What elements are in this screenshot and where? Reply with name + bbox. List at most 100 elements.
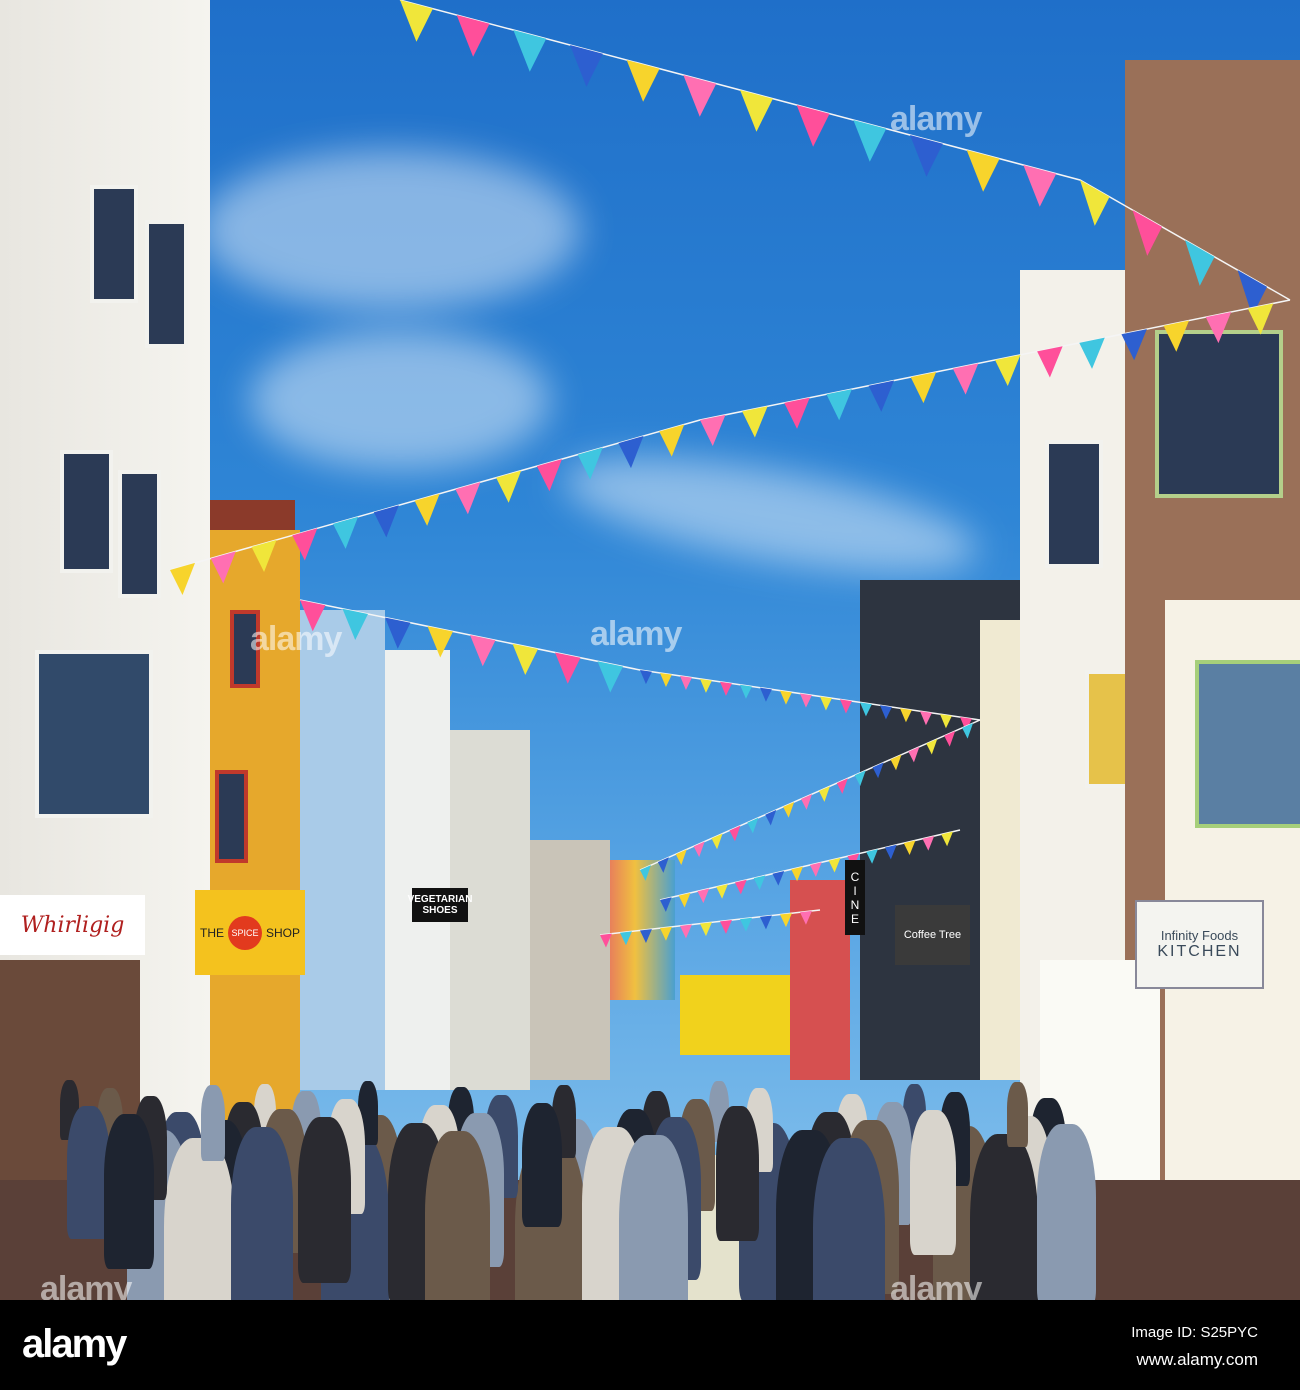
bunting-flag — [373, 505, 399, 538]
bunting-flag — [597, 661, 623, 693]
bunting-flag — [910, 371, 937, 404]
bunting-flag — [342, 608, 368, 640]
pedestrian — [1037, 1123, 1096, 1300]
bunting-flag — [940, 714, 952, 729]
bunting-flag — [720, 920, 732, 934]
bunting-flag — [966, 150, 1000, 192]
spice-shop-sign: THE SPICE SHOP — [195, 890, 305, 975]
bunting-flag — [210, 551, 236, 584]
bunting-flag — [251, 539, 277, 572]
bunting-flag — [496, 470, 522, 503]
bunting-flag — [800, 693, 812, 708]
bunting-flag — [455, 482, 481, 515]
bunting-flag — [920, 711, 932, 726]
bunting-flag — [826, 389, 852, 421]
bunting-flag — [740, 917, 752, 932]
bunting-flag — [385, 617, 411, 649]
bunting-flag — [456, 15, 490, 57]
street-photo: Whirligig THE SPICE SHOP VEGETARIAN SHOE… — [0, 0, 1300, 1300]
sign-text: THE — [199, 925, 224, 940]
bunting-flag — [700, 922, 712, 937]
watermark: alamy — [250, 620, 342, 658]
bunting-flag — [170, 562, 196, 596]
bunting-flag — [880, 705, 892, 720]
cinema-sign: CINE — [845, 860, 865, 935]
bunting-flag — [740, 684, 752, 699]
bunting-flag — [780, 913, 792, 928]
bunting-flag — [513, 30, 547, 72]
bunting-flag — [796, 105, 830, 147]
bunting-flag — [600, 933, 612, 948]
bunting-flag — [1132, 210, 1163, 256]
bunting-flag — [1037, 346, 1063, 378]
bunting-flag — [1163, 320, 1190, 352]
infinity-foods-sign: Infinity Foods KITCHEN — [1135, 900, 1264, 989]
sign-text: SHOP — [265, 925, 300, 940]
bunting-flag — [1247, 303, 1274, 335]
pedestrian — [298, 1117, 351, 1283]
image-id: Image ID: S25PYC — [1131, 1324, 1258, 1341]
pedestrian — [104, 1113, 154, 1269]
bunting-flag — [626, 60, 660, 102]
bunting-flag — [333, 516, 359, 549]
bunting-flag — [470, 635, 496, 667]
bunting-flag — [784, 397, 810, 429]
footer-bar: alamy Image ID: S25PYC www.alamy.com — [0, 1300, 1300, 1390]
coffee-tree-sign: Coffee Tree — [895, 905, 970, 965]
bunting-flag — [760, 687, 772, 702]
bunting-flag — [780, 690, 792, 705]
bunting-flag — [840, 699, 852, 714]
bunting-flag — [680, 924, 692, 939]
bunting-flag — [536, 459, 562, 492]
sign-text: CINE — [848, 869, 862, 926]
bunting-flag — [400, 0, 433, 42]
pedestrian — [425, 1131, 491, 1300]
pedestrian — [231, 1127, 294, 1300]
bunting-flag — [640, 929, 652, 943]
bunting-flag — [640, 670, 652, 685]
bunting-flag — [720, 681, 732, 696]
bunting-flag — [427, 626, 453, 658]
pedestrian — [164, 1137, 236, 1300]
bunting-flag — [1121, 329, 1147, 361]
pedestrian — [910, 1110, 957, 1255]
website-link[interactable]: www.alamy.com — [1136, 1350, 1258, 1370]
bunting-flag — [800, 910, 812, 925]
bunting-flag — [555, 652, 581, 684]
sign-text: Infinity Foods — [1160, 928, 1239, 943]
bunting-flag — [742, 406, 768, 438]
bunting-flag — [1023, 165, 1057, 207]
bunting-flag — [1205, 311, 1232, 344]
sign-text: Whirligig — [20, 912, 125, 938]
bunting-flag — [868, 380, 895, 412]
bunting-flag — [820, 696, 832, 711]
bunting-flag — [660, 672, 672, 688]
sign-text: Coffee Tree — [903, 929, 962, 941]
bunting-flag — [618, 435, 644, 469]
bunting-flag — [414, 493, 440, 526]
pedestrian — [619, 1134, 688, 1300]
bunting-flag — [683, 75, 717, 117]
watermark: alamy — [890, 100, 982, 138]
pedestrian — [201, 1085, 226, 1161]
bunting-flag — [1080, 180, 1110, 226]
bunting-flag — [577, 447, 603, 480]
alamy-logo: alamy — [22, 1322, 127, 1366]
bunting-flag — [1079, 337, 1105, 369]
watermark: alamy — [40, 1270, 132, 1300]
bunting-flag — [570, 45, 603, 87]
bunting-flag — [680, 675, 692, 690]
pedestrian — [813, 1138, 885, 1300]
bunting-flag — [853, 120, 887, 162]
bunting-flag — [900, 708, 912, 723]
sign-text: KITCHEN — [1157, 943, 1242, 960]
watermark: alamy — [590, 615, 682, 653]
bunting-flag — [620, 931, 632, 946]
bunting-flag — [860, 702, 872, 717]
bunting-flag — [292, 528, 318, 561]
whirligig-sign: Whirligig — [0, 895, 145, 955]
bunting-flag — [760, 915, 772, 930]
bunting-flag — [952, 363, 979, 395]
sign-text: SPICE — [227, 915, 262, 950]
bunting-flag — [740, 90, 773, 132]
